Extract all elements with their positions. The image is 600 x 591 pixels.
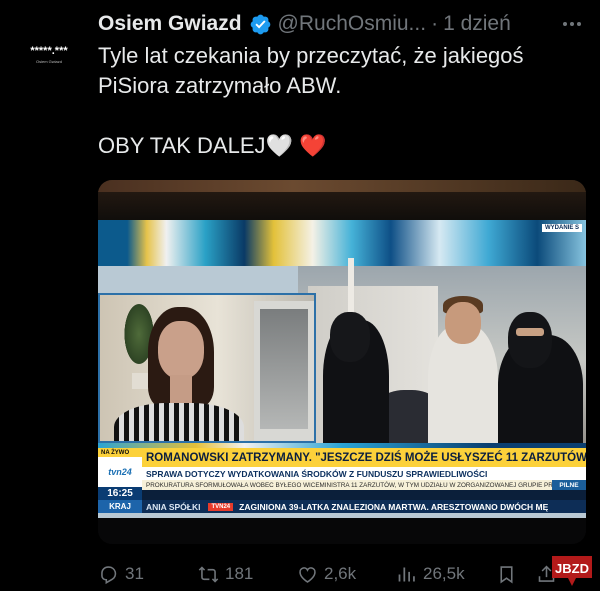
tv-bottom-bezel xyxy=(98,518,586,544)
tweet-timestamp[interactable]: 1 dzień xyxy=(443,12,511,36)
bookmark-button[interactable] xyxy=(496,564,517,585)
avatar-caption: Osiem Gwiazd xyxy=(35,59,62,64)
chyron-headline: ROMANOWSKI ZATRZYMANY. "JESZCZE DZIŚ MOŻ… xyxy=(142,448,586,467)
tweet-line-3: OBY TAK DALEJ🤍 ❤️ xyxy=(98,131,588,161)
ticker-badge: TVN24 xyxy=(208,502,234,511)
avatar[interactable]: *****.*** Osiem Gwiazd xyxy=(10,38,88,72)
white-heart-emoji: 🤍 xyxy=(265,133,293,158)
tweet-line-3-text: OBY TAK DALEJ xyxy=(98,133,266,158)
tweet-line-2: PiSiora zatrzymało ABW. xyxy=(98,73,342,98)
chyron-info-line: PROKURATURA SFORMUŁOWAŁA WOBEC BYŁEGO WI… xyxy=(142,480,552,490)
verified-badge-icon xyxy=(250,14,270,34)
like-count: 2,6k xyxy=(324,564,357,583)
separator-dot: · xyxy=(431,12,439,35)
views-button[interactable]: 26,5k xyxy=(396,564,465,585)
like-icon xyxy=(299,566,316,583)
tweet-header: Osiem Gwiazd @RuchOsmiu... · 1 dzień xyxy=(98,8,586,40)
studio-graphic xyxy=(98,220,586,266)
reply-icon xyxy=(101,565,117,584)
watermark-text: JBZD xyxy=(555,561,589,576)
chyron-subheadline: SPRAWA DOTYCZY WYDATKOWANIA ŚRODKÓW Z FU… xyxy=(142,467,586,480)
bookmark-icon xyxy=(500,565,513,583)
repost-button[interactable]: 181 xyxy=(198,564,253,585)
repost-icon xyxy=(198,565,219,583)
more-icon[interactable] xyxy=(558,12,586,36)
reply-button[interactable]: 31 xyxy=(98,564,144,585)
tweet-media-image[interactable]: WYDANIE S NA ŻYWO tvn24 16:25 KRAJ ROMAN… xyxy=(98,180,586,544)
urgent-label: PILNE xyxy=(552,480,586,490)
reply-count: 31 xyxy=(125,564,144,583)
views-count: 26,5k xyxy=(423,564,465,583)
clock: 16:25 xyxy=(98,487,142,500)
program-badge: WYDANIE S xyxy=(541,224,582,232)
section-label: KRAJ xyxy=(98,500,142,513)
tweet-actions: 31 181 2,6k 26,5k xyxy=(98,560,586,588)
avatar-stars: *****.*** xyxy=(30,45,68,57)
channel-logo: tvn24 xyxy=(98,457,142,487)
tweet-text: Tyle lat czekania by przeczytać, że jaki… xyxy=(98,41,588,161)
jbzd-watermark-logo: JBZD xyxy=(552,556,592,586)
views-icon xyxy=(398,567,415,581)
author-name[interactable]: Osiem Gwiazd xyxy=(98,12,242,36)
repost-count: 181 xyxy=(225,564,254,583)
tweet-line-1: Tyle lat czekania by przeczytać, że jaki… xyxy=(98,43,524,68)
ticker-right-text: ZAGINIONA 39-LATKA ZNALEZIONA MARTWA. AR… xyxy=(239,501,549,512)
ticker-left-text: ANIA SPÓŁKI xyxy=(146,501,201,512)
red-heart-emoji: ❤️ xyxy=(299,133,327,158)
news-chyron: NA ŻYWO tvn24 16:25 KRAJ ROMANOWSKI ZATR… xyxy=(98,438,586,518)
tv-shelf xyxy=(98,180,586,192)
author-handle[interactable]: @RuchOsmiu... xyxy=(278,12,427,36)
live-label: NA ŻYWO xyxy=(98,448,142,457)
news-ticker: ANIA SPÓŁKI TVN24 ZAGINIONA 39-LATKA ZNA… xyxy=(142,500,586,513)
like-button[interactable]: 2,6k xyxy=(297,564,356,585)
